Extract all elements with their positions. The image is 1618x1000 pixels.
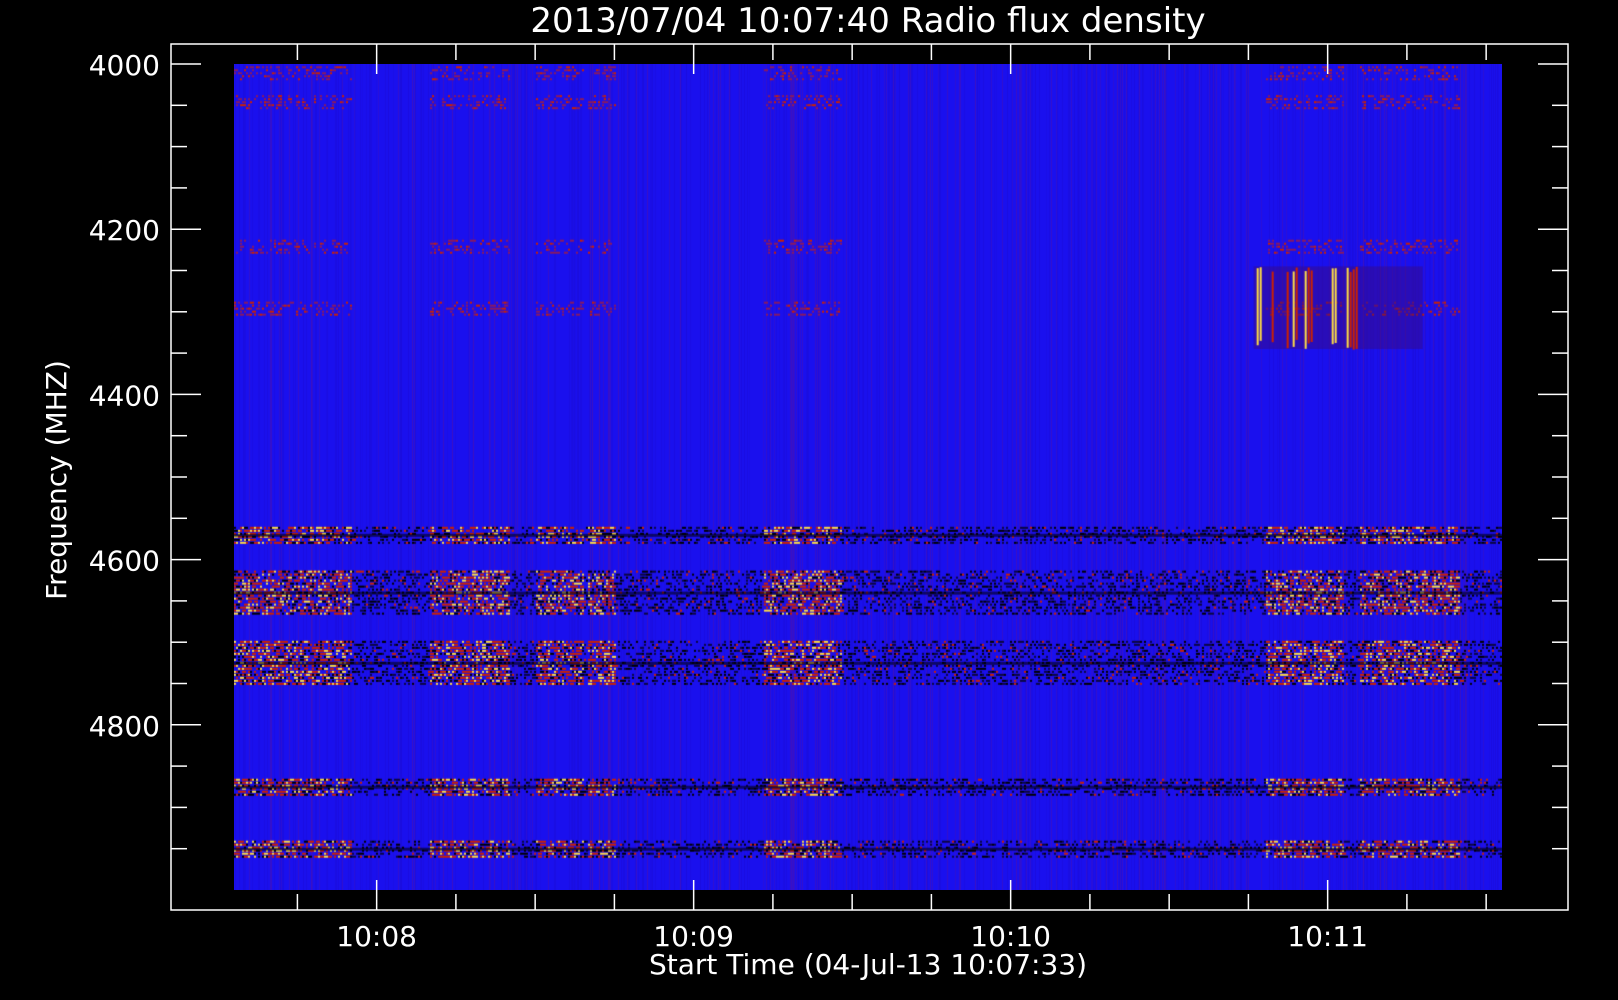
x-tick-label: 10:08	[336, 920, 417, 953]
y-tick-label: 4200	[89, 214, 160, 247]
y-tick-label: 4800	[89, 710, 160, 743]
x-axis-title: Start Time (04-Jul-13 10:07:33)	[649, 948, 1087, 981]
y-tick-label: 4400	[89, 379, 160, 412]
y-tick-label: 4000	[89, 49, 160, 82]
chart-title: 2013/07/04 10:07:40 Radio flux density	[530, 1, 1205, 41]
y-axis-title: Frequency (MHZ)	[40, 360, 73, 600]
spectrogram-chart: 2013/07/04 10:07:40 Radio flux density 4…	[0, 0, 1618, 1000]
x-tick-label: 10:11	[1287, 920, 1368, 953]
y-tick-label: 4600	[89, 545, 160, 578]
spectrogram-raster	[234, 64, 1502, 890]
spectrogram-image	[234, 64, 1502, 890]
